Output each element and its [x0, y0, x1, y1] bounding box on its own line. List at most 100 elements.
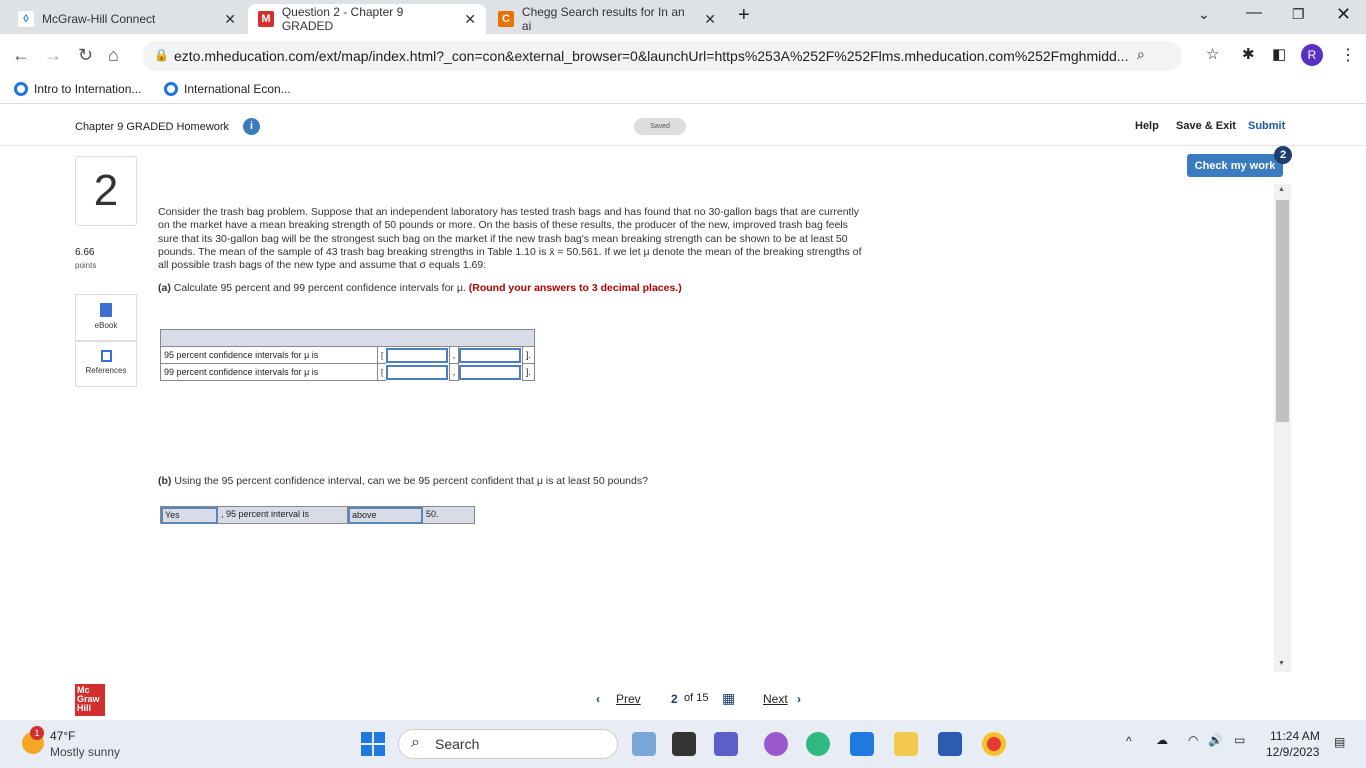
submit-link[interactable]: Submit: [1248, 120, 1285, 132]
ci99-lower-input[interactable]: [386, 364, 449, 380]
wifi-icon[interactable]: ◠: [1188, 733, 1198, 747]
close-tab-icon[interactable]: ✕: [224, 11, 236, 28]
close-tab-icon[interactable]: ✕: [704, 11, 716, 28]
forward-icon[interactable]: →: [44, 45, 62, 66]
book-icon: [100, 303, 112, 317]
part-b: (b) Using the 95 percent confidence inte…: [158, 475, 648, 487]
question-body: Consider the trash bag problem. Suppose …: [158, 206, 863, 296]
widgets-app-icon[interactable]: [632, 732, 656, 756]
bookmarks-bar: Intro to Internation... International Ec…: [0, 76, 1366, 104]
ci95-lower-input[interactable]: [386, 347, 449, 363]
next-button[interactable]: Next: [763, 692, 788, 706]
file-explorer-icon[interactable]: [894, 732, 918, 756]
part-a-label: (a): [158, 282, 171, 295]
minimize-button[interactable]: —: [1246, 4, 1262, 22]
chegg-favicon-icon: C: [498, 11, 514, 27]
above-below-select[interactable]: above: [348, 507, 423, 524]
profile-avatar[interactable]: R: [1301, 44, 1323, 66]
bookmark-icon: [14, 82, 28, 96]
close-window-button[interactable]: ✕: [1336, 4, 1351, 25]
new-tab-button[interactable]: +: [738, 4, 750, 27]
next-chevron-icon[interactable]: ›: [797, 692, 801, 706]
copilot-icon[interactable]: [764, 732, 788, 756]
reload-icon[interactable]: ↻: [78, 45, 93, 66]
url-bar[interactable]: 🔒 ezto.mheducation.com/ext/map/index.html…: [142, 41, 1182, 71]
question-navigation-footer: Mc Graw Hill ‹ Prev 2 of 15 ▦ Next ›: [0, 680, 1366, 720]
browser-tab-bar: ◊ McGraw-Hill Connect ✕ M Question 2 - Chap…: [0, 0, 1366, 34]
points-value: 6.66: [75, 247, 95, 258]
clock-date[interactable]: 12/9/2023: [1266, 745, 1319, 759]
references-button[interactable]: References: [75, 341, 137, 387]
confidence-interval-table: 95 percent confidence intervals for μ is…: [160, 329, 536, 381]
store-icon[interactable]: [938, 732, 962, 756]
scroll-down-icon[interactable]: ▼: [1278, 660, 1285, 667]
tray-chevron-icon[interactable]: ^: [1126, 734, 1132, 748]
scrollbar-thumb[interactable]: [1276, 200, 1289, 422]
mail-icon[interactable]: [850, 732, 874, 756]
extensions-icon[interactable]: ✱: [1242, 45, 1255, 63]
bookmark-star-icon[interactable]: ☆: [1206, 45, 1219, 63]
answer-connector-text: , 95 percent interval is: [218, 507, 348, 523]
yes-no-select[interactable]: Yes: [161, 507, 218, 524]
temperature: 47°F: [50, 729, 76, 743]
connect-favicon-icon: ◊: [18, 11, 34, 27]
rounding-note: (Round your answers to 3 decimal places.…: [465, 282, 682, 295]
tab-search-icon[interactable]: ⌄: [1198, 6, 1210, 23]
question-text: Consider the trash bag problem. Suppose …: [158, 206, 862, 272]
question-number: 2: [75, 156, 137, 226]
onedrive-icon[interactable]: ☁: [1156, 733, 1168, 747]
teams-icon[interactable]: [714, 732, 738, 756]
help-link[interactable]: Help: [1135, 120, 1159, 132]
restore-button[interactable]: ❐: [1292, 6, 1305, 23]
ci99-upper-input[interactable]: [459, 364, 522, 380]
weather-badge: 1: [30, 726, 44, 740]
tab-chegg[interactable]: C Chegg Search results for In an ai ✕: [488, 4, 726, 34]
notification-icon[interactable]: ▤: [1334, 735, 1345, 749]
info-icon[interactable]: i: [243, 118, 260, 135]
grid-icon[interactable]: ▦: [722, 690, 735, 707]
part-a-prompt: Calculate 95 percent and 99 percent conf…: [170, 282, 466, 295]
table-row: 95 percent confidence intervals for μ is…: [160, 346, 536, 364]
check-count-badge: 2: [1274, 146, 1292, 164]
lock-icon: 🔒: [154, 48, 169, 62]
volume-icon[interactable]: 🔊: [1208, 733, 1223, 747]
start-button[interactable]: [361, 732, 385, 756]
close-tab-icon[interactable]: ✕: [464, 11, 476, 28]
bookmark-international-econ[interactable]: International Econ...: [164, 82, 291, 96]
side-panel-icon[interactable]: ◧: [1272, 45, 1286, 63]
clock-time[interactable]: 11:24 AM: [1270, 729, 1320, 743]
edge-icon[interactable]: [806, 732, 830, 756]
weather-text: Mostly sunny: [50, 745, 121, 759]
saved-status: Saved: [634, 118, 686, 135]
page-total: of 15: [684, 692, 709, 704]
menu-icon[interactable]: ⋮: [1340, 45, 1356, 65]
save-exit-link[interactable]: Save & Exit: [1176, 120, 1236, 132]
back-icon[interactable]: ←: [12, 45, 30, 66]
scrollbar[interactable]: ▲ ▼: [1274, 184, 1291, 672]
ebook-button[interactable]: eBook: [75, 294, 137, 341]
current-page: 2: [671, 692, 678, 706]
prev-chevron-icon[interactable]: ‹: [596, 692, 600, 706]
tab-mcgraw-hill-connect[interactable]: ◊ McGraw-Hill Connect ✕: [8, 4, 246, 34]
check-my-work-button[interactable]: Check my work: [1187, 154, 1283, 177]
tab-question-2[interactable]: M Question 2 - Chapter 9 GRADED ✕: [248, 4, 486, 34]
mcgraw-hill-logo: Mc Graw Hill: [75, 684, 105, 716]
points-label: points: [75, 261, 97, 270]
assignment-header: Chapter 9 GRADED Homework i Saved Help S…: [0, 108, 1366, 146]
chrome-icon[interactable]: [982, 732, 1006, 756]
task-view-icon[interactable]: [672, 732, 696, 756]
taskbar-search[interactable]: ⌕ Search: [398, 729, 618, 759]
battery-icon[interactable]: ▭: [1234, 733, 1245, 747]
zoom-icon[interactable]: ⌕: [1137, 46, 1145, 63]
assignment-title: Chapter 9 GRADED Homework: [75, 121, 230, 133]
ci95-upper-input[interactable]: [459, 347, 522, 363]
bookmark-intro[interactable]: Intro to Internation...: [14, 82, 141, 96]
table-row: 99 percent confidence intervals for μ is…: [160, 363, 536, 381]
mheducation-favicon-icon: M: [258, 11, 274, 27]
part-b-prompt: Using the 95 percent confidence interval…: [171, 475, 648, 487]
scroll-up-icon[interactable]: ▲: [1278, 186, 1285, 193]
home-icon[interactable]: ⌂: [108, 45, 119, 66]
prev-button[interactable]: Prev: [616, 692, 641, 706]
bookmark-icon: [164, 82, 178, 96]
answer-end-text: 50.: [426, 509, 439, 519]
